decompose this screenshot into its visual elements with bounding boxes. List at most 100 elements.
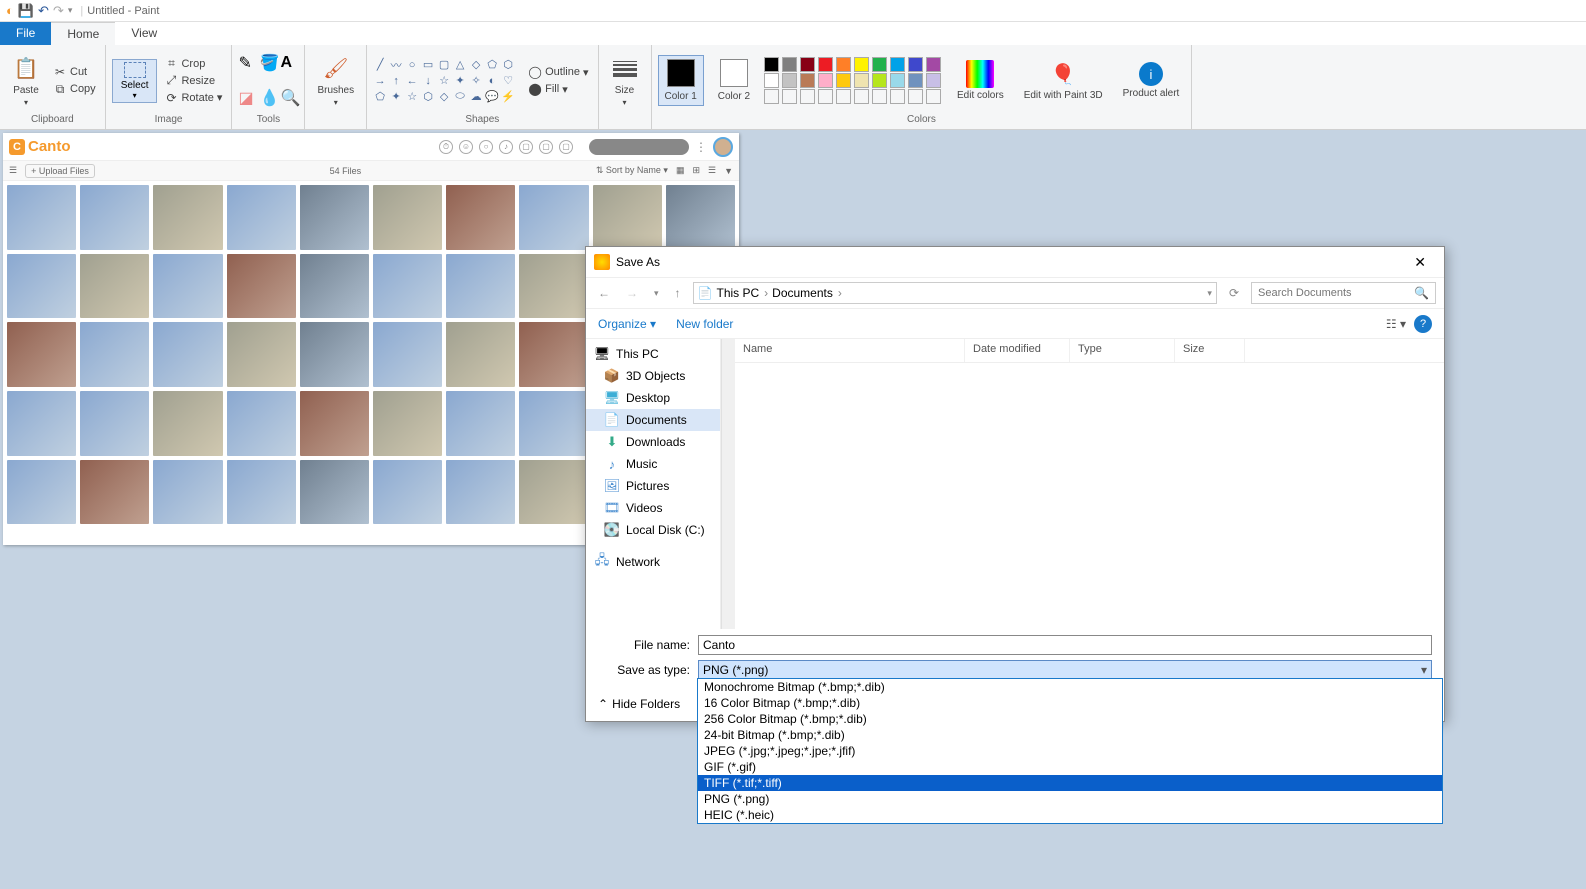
color-swatch[interactable] xyxy=(782,57,797,72)
file-type-option[interactable]: HEIC (*.heic) xyxy=(698,807,1442,823)
picker-icon[interactable]: 💧 xyxy=(259,88,277,108)
refresh-button[interactable]: ⟳ xyxy=(1225,284,1243,302)
back-button[interactable]: ← xyxy=(594,284,614,302)
canto-thumbnail[interactable] xyxy=(373,185,442,250)
col-date[interactable]: Date modified xyxy=(965,339,1070,362)
canto-thumbnail[interactable] xyxy=(7,391,76,456)
canto-thumbnail[interactable] xyxy=(300,185,369,250)
tree-localdisk[interactable]: 💽Local Disk (C:) xyxy=(586,519,720,541)
canto-search[interactable] xyxy=(589,139,689,155)
tree-videos[interactable]: 🎞Videos xyxy=(586,497,720,519)
canto-view-masonry-icon[interactable]: ▦ xyxy=(676,165,685,176)
canto-thumbnail[interactable] xyxy=(446,322,515,387)
canto-thumbnail[interactable] xyxy=(227,322,296,387)
color-swatch[interactable] xyxy=(926,73,941,88)
color-swatch[interactable] xyxy=(908,57,923,72)
canto-thumbnail[interactable] xyxy=(373,391,442,456)
tree-music[interactable]: ♪Music xyxy=(586,453,720,475)
canto-thumbnail[interactable] xyxy=(519,322,588,387)
product-alert-button[interactable]: i Product alert xyxy=(1117,60,1186,101)
color-swatch[interactable] xyxy=(836,57,851,72)
tree-thispc[interactable]: 🖥This PC xyxy=(586,343,720,365)
qat-app-icon[interactable]: ◐ xyxy=(6,3,14,18)
color-swatch[interactable] xyxy=(764,73,779,88)
canto-collapse-icon[interactable]: ☰ xyxy=(9,165,17,176)
crop-button[interactable]: ⌗Crop xyxy=(161,56,225,72)
canto-thumbnail[interactable] xyxy=(446,254,515,319)
hide-folders-button[interactable]: ⌃ Hide Folders xyxy=(598,697,680,711)
canto-sort-button[interactable]: ⇅ Sort by Name ▾ xyxy=(596,165,668,176)
paste-button[interactable]: 📋 Paste ▾ xyxy=(6,53,46,109)
color-swatch[interactable] xyxy=(782,73,797,88)
rotate-button[interactable]: ⟳Rotate ▾ xyxy=(161,90,225,106)
breadcrumb-thispc[interactable]: This PC xyxy=(716,286,768,300)
color-swatch[interactable] xyxy=(800,57,815,72)
outline-button[interactable]: ◯Outline ▾ xyxy=(525,64,591,80)
canto-thumbnail[interactable] xyxy=(300,460,369,525)
tree-pictures[interactable]: 🖼Pictures xyxy=(586,475,720,497)
canto-thumbnail[interactable] xyxy=(80,391,149,456)
canto-menu-icon[interactable]: ⋮ xyxy=(695,140,707,154)
new-folder-button[interactable]: New folder xyxy=(676,317,733,331)
tree-3dobjects[interactable]: 📦3D Objects xyxy=(586,365,720,387)
fill-shape-button[interactable]: ⬤Fill ▾ xyxy=(525,81,591,97)
fill-icon[interactable]: 🪣 xyxy=(259,53,277,73)
view-mode-button[interactable]: ☷ ▾ xyxy=(1386,317,1406,331)
color-swatch[interactable] xyxy=(872,57,887,72)
col-type[interactable]: Type xyxy=(1070,339,1175,362)
canto-view-list-icon[interactable]: ☰ xyxy=(708,165,716,176)
canto-thumbnail[interactable] xyxy=(446,185,515,250)
color-swatch[interactable] xyxy=(908,73,923,88)
file-type-option[interactable]: 16 Color Bitmap (*.bmp;*.dib) xyxy=(698,695,1442,711)
color-swatch[interactable] xyxy=(854,57,869,72)
canto-thumbnail[interactable] xyxy=(153,460,222,525)
canto-view-grid-icon[interactable]: ⊞ xyxy=(692,165,700,176)
color1-button[interactable]: Color 1 xyxy=(658,55,704,106)
canto-thumbnail[interactable] xyxy=(7,254,76,319)
qat-redo-icon[interactable]: ↷ xyxy=(53,3,64,19)
canto-thumbnail[interactable] xyxy=(7,185,76,250)
canto-thumbnail[interactable] xyxy=(519,460,588,525)
size-button[interactable]: Size ▾ xyxy=(605,53,645,109)
canto-thumbnail[interactable] xyxy=(300,322,369,387)
file-type-option[interactable]: 256 Color Bitmap (*.bmp;*.dib) xyxy=(698,711,1442,727)
filename-input[interactable]: Canto xyxy=(698,635,1432,655)
search-box[interactable]: 🔍 xyxy=(1251,282,1436,304)
file-type-option[interactable]: 24-bit Bitmap (*.bmp;*.dib) xyxy=(698,727,1442,743)
address-bar[interactable]: 📄 This PC Documents ▾ xyxy=(693,282,1217,304)
color-swatch[interactable] xyxy=(872,73,887,88)
canto-thumbnail[interactable] xyxy=(446,391,515,456)
tree-scrollbar[interactable] xyxy=(721,339,735,629)
canto-thumbnail[interactable] xyxy=(153,391,222,456)
eraser-icon[interactable]: ◪ xyxy=(238,88,256,108)
color-swatch[interactable] xyxy=(854,73,869,88)
recent-button[interactable]: ▾ xyxy=(650,286,663,301)
type-combo[interactable]: PNG (*.png) xyxy=(698,660,1432,680)
color-swatch[interactable] xyxy=(836,73,851,88)
qat-customize-icon[interactable]: ▾ xyxy=(68,5,73,16)
forward-button[interactable]: → xyxy=(622,284,642,302)
color-swatch[interactable] xyxy=(926,57,941,72)
canto-thumbnail[interactable] xyxy=(373,254,442,319)
tab-file[interactable]: File xyxy=(0,22,51,45)
edit-colors-button[interactable]: Edit colors xyxy=(951,58,1010,103)
file-type-option[interactable]: PNG (*.png) xyxy=(698,791,1442,807)
color-swatch[interactable] xyxy=(818,73,833,88)
canto-thumbnail[interactable] xyxy=(300,391,369,456)
canto-thumbnail[interactable] xyxy=(519,185,588,250)
copy-button[interactable]: ⧉Copy xyxy=(50,81,99,97)
tree-downloads[interactable]: ⬇Downloads xyxy=(586,431,720,453)
canto-thumbnail[interactable] xyxy=(300,254,369,319)
canto-thumbnail[interactable] xyxy=(227,460,296,525)
up-button[interactable]: ↑ xyxy=(671,284,685,302)
file-type-option[interactable]: GIF (*.gif) xyxy=(698,759,1442,775)
canto-thumbnail[interactable] xyxy=(227,185,296,250)
canto-thumbnail[interactable] xyxy=(593,185,662,250)
canto-thumbnail[interactable] xyxy=(80,254,149,319)
canto-thumbnail[interactable] xyxy=(666,185,735,250)
color-swatch[interactable] xyxy=(890,57,905,72)
file-type-option[interactable]: TIFF (*.tif;*.tiff) xyxy=(698,775,1442,791)
tab-home[interactable]: Home xyxy=(51,22,115,45)
canto-thumbnail[interactable] xyxy=(7,460,76,525)
file-type-option[interactable]: JPEG (*.jpg;*.jpeg;*.jpe;*.jfif) xyxy=(698,743,1442,759)
